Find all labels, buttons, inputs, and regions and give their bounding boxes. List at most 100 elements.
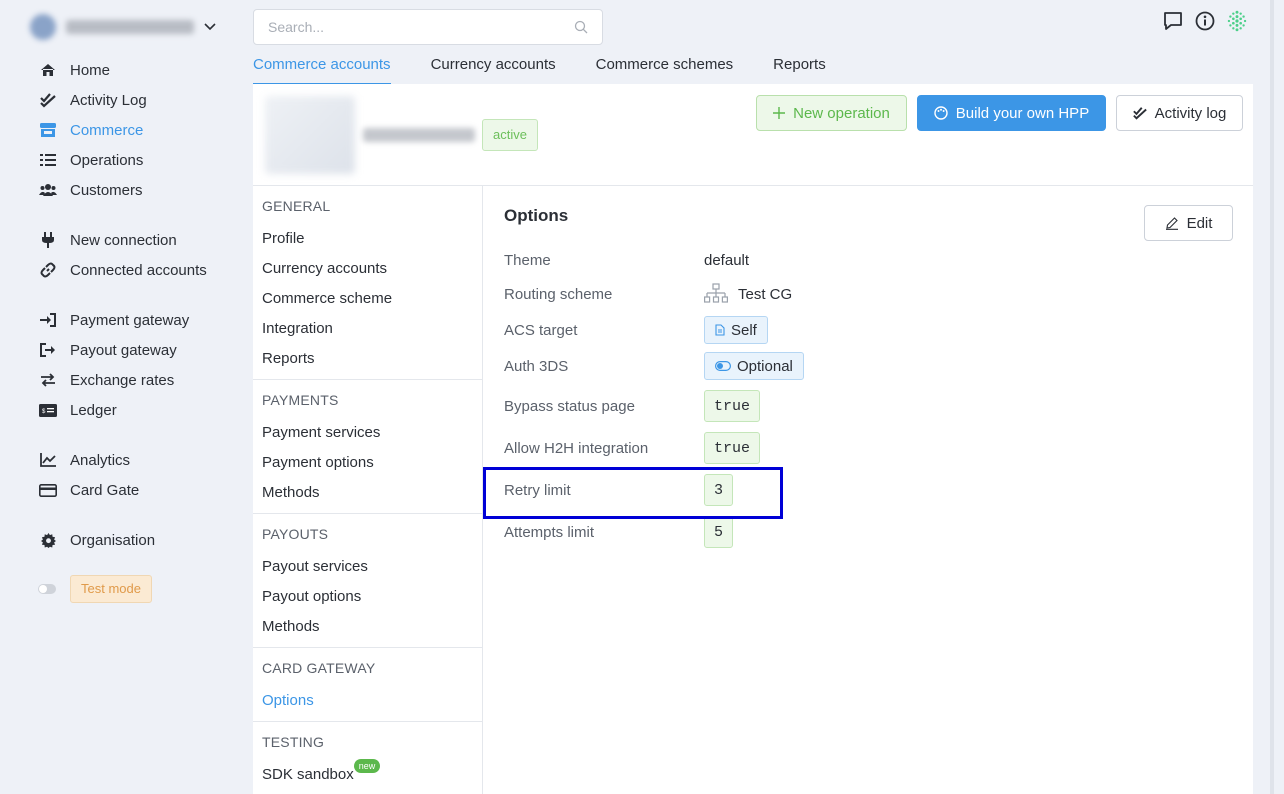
sidebar-item-home[interactable]: Home (38, 55, 238, 85)
sidebar-item-ledger[interactable]: $ Ledger (38, 395, 238, 425)
tab-commerce-schemes[interactable]: Commerce schemes (596, 56, 734, 85)
sidebar-item-label: Home (70, 61, 111, 79)
tab-reports[interactable]: Reports (773, 56, 826, 85)
option-value: Test CG (704, 283, 792, 305)
avatar[interactable] (1226, 10, 1248, 32)
status-badge: active (482, 119, 538, 151)
build-hpp-button[interactable]: Build your own HPP (917, 95, 1106, 131)
submenu-section-card-gateway: CARD GATEWAY Options (253, 648, 482, 722)
content-panel: active New operation Build your own HPP … (253, 84, 1253, 794)
info-icon[interactable] (1194, 10, 1216, 32)
submenu-item-profile[interactable]: Profile (262, 224, 482, 254)
sidebar-item-payment-gateway[interactable]: Payment gateway (38, 305, 238, 335)
sidebar-item-label: Card Gate (70, 481, 140, 499)
sidebar-item-label: Payment gateway (70, 311, 190, 329)
submenu-item-label: SDK sandbox (262, 766, 354, 783)
submenu-item-payout-services[interactable]: Payout services (262, 552, 482, 582)
top-actions (1162, 10, 1248, 32)
chat-icon[interactable] (1162, 10, 1184, 32)
option-row-routing-scheme: Routing scheme Test CG (504, 283, 792, 305)
sidebar-item-card-gate[interactable]: Card Gate (38, 475, 238, 505)
sitemap-icon (704, 283, 728, 303)
submenu-item-options[interactable]: Options (262, 686, 482, 716)
option-label: Bypass status page (504, 397, 635, 415)
test-mode-control: Test mode (38, 575, 152, 603)
sidebar-item-label: Activity Log (70, 91, 147, 109)
submenu-section-payouts: PAYOUTS Payout services Payout options M… (253, 514, 482, 648)
section-title: GENERAL (262, 198, 331, 214)
option-row-theme: Theme default (504, 252, 749, 269)
search-input[interactable] (268, 19, 574, 35)
test-mode-badge: Test mode (70, 575, 152, 603)
file-icon (715, 324, 725, 336)
submenu-item-payment-methods[interactable]: Methods (262, 478, 482, 508)
option-label: Theme (504, 252, 551, 269)
sidebar-item-commerce[interactable]: Commerce (38, 115, 238, 145)
submenu-item-payment-services[interactable]: Payment services (262, 418, 482, 448)
home-icon (38, 60, 58, 80)
sidebar-item-activity-log[interactable]: Activity Log (38, 85, 238, 115)
sidebar-item-operations[interactable]: Operations (38, 145, 238, 175)
new-operation-button[interactable]: New operation (756, 95, 907, 131)
chip-label: Self (731, 321, 757, 339)
sidebar-item-label: New connection (70, 231, 177, 249)
button-label: Build your own HPP (955, 104, 1090, 122)
double-check-icon (38, 90, 58, 110)
activity-log-button[interactable]: Activity log (1116, 95, 1243, 131)
test-mode-toggle[interactable] (38, 584, 56, 594)
sign-out-icon (38, 340, 58, 360)
sidebar-item-payout-gateway[interactable]: Payout gateway (38, 335, 238, 365)
option-value-chip: Self (704, 316, 768, 344)
submenu-item-sdk-sandbox[interactable]: SDK sandbox new (262, 759, 482, 790)
submenu-item-payment-options[interactable]: Payment options (262, 448, 482, 478)
submenu-item-integration[interactable]: Integration (262, 314, 482, 344)
commerce-name (363, 128, 475, 142)
sidebar-item-label: Analytics (70, 451, 131, 469)
sidebar-item-connected-accounts[interactable]: Connected accounts (38, 255, 238, 285)
submenu-item-payout-options[interactable]: Payout options (262, 582, 482, 612)
account-switcher[interactable] (30, 10, 220, 44)
routing-scheme-link[interactable]: Test CG (738, 286, 792, 303)
sidebar-item-label: Customers (70, 181, 143, 199)
tab-currency-accounts[interactable]: Currency accounts (431, 56, 556, 85)
button-label: Edit (1186, 214, 1213, 232)
section-title: TESTING (262, 734, 325, 750)
plug-icon (38, 230, 58, 250)
option-value-chip: true (704, 390, 761, 422)
sidebar-item-analytics[interactable]: Analytics (38, 445, 238, 475)
option-row-allow-h2h: Allow H2H integration true (504, 432, 761, 464)
submenu-item-payout-methods[interactable]: Methods (262, 612, 482, 642)
submenu-item-reports[interactable]: Reports (262, 344, 482, 374)
option-row-bypass-status-page: Bypass status page true (504, 390, 761, 422)
option-label: ACS target (504, 321, 578, 339)
submenu-item-commerce-scheme[interactable]: Commerce scheme (262, 284, 482, 314)
sidebar-item-customers[interactable]: Customers (38, 175, 238, 205)
edit-button[interactable]: Edit (1144, 205, 1233, 241)
tab-commerce-accounts[interactable]: Commerce accounts (253, 56, 391, 85)
option-value-chip: Optional (704, 352, 804, 380)
option-row-auth-3ds: Auth 3DS Optional (504, 352, 804, 380)
sidebar-item-label: Exchange rates (70, 371, 175, 389)
sidebar-item-label: Organisation (70, 531, 156, 549)
chip-label: Optional (737, 357, 793, 375)
toggle-icon (715, 361, 731, 371)
account-logo (30, 14, 56, 40)
chart-line-icon (38, 450, 58, 470)
scrollbar[interactable] (1270, 0, 1274, 794)
highlight-box (483, 467, 783, 519)
sidebar-item-exchange-rates[interactable]: Exchange rates (38, 365, 238, 395)
tab-bar: Commerce accounts Currency accounts Comm… (253, 56, 866, 85)
button-label: New operation (793, 104, 890, 122)
submenu-item-currency-accounts[interactable]: Currency accounts (262, 254, 482, 284)
palette-icon (934, 106, 948, 120)
settings-submenu: GENERAL Profile Currency accounts Commer… (253, 186, 483, 794)
options-title: Options (504, 206, 569, 225)
section-title: PAYMENTS (262, 392, 339, 408)
sidebar-item-organisation[interactable]: Organisation (38, 525, 238, 555)
option-row-acs-target: ACS target Self (504, 316, 768, 344)
sidebar-item-new-connection[interactable]: New connection (38, 225, 238, 255)
